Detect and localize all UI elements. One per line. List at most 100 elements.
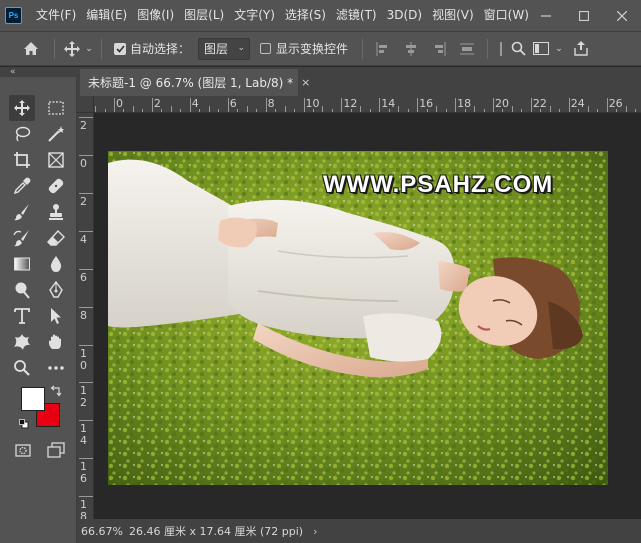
zoom-level[interactable]: 66.67% xyxy=(81,525,129,538)
menu-file[interactable]: 文件(F) xyxy=(31,0,81,31)
menu-bar: Ps 文件(F) 编辑(E) 图像(I) 图层(L) 文字(Y) 选择(S) 滤… xyxy=(0,0,641,31)
crop-tool[interactable] xyxy=(9,147,35,173)
horizontal-ruler[interactable]: 202468101214161820222426 xyxy=(94,96,641,113)
ruler-tick xyxy=(379,98,381,112)
align-horizontal-center-button[interactable] xyxy=(397,32,425,65)
align-left-button[interactable] xyxy=(369,32,397,65)
more-options-button[interactable] xyxy=(494,32,508,65)
show-transform-controls-checkbox[interactable] xyxy=(260,43,272,54)
eraser-tool[interactable] xyxy=(43,225,69,251)
collapse-panel-icon[interactable]: « xyxy=(0,67,77,77)
ruler-minor-tick xyxy=(635,109,637,112)
clone-stamp-tool[interactable] xyxy=(43,199,69,225)
close-tab-icon[interactable]: × xyxy=(301,76,310,89)
blur-tool[interactable] xyxy=(43,251,69,277)
ruler-minor-tick xyxy=(511,106,513,112)
share-button[interactable] xyxy=(570,32,592,65)
auto-select-checkbox[interactable] xyxy=(114,42,126,55)
rectangular-marquee-icon xyxy=(48,101,64,115)
ruler-minor-tick xyxy=(161,109,163,112)
ruler-minor-tick xyxy=(597,109,599,112)
brush-tool[interactable] xyxy=(9,199,35,225)
more-tools-button[interactable] xyxy=(43,355,69,381)
bandage-icon xyxy=(48,178,64,194)
menu-layer[interactable]: 图层(L) xyxy=(179,0,229,31)
menu-3d[interactable]: 3D(D) xyxy=(382,0,427,31)
ruler-minor-tick xyxy=(625,106,627,112)
status-bar: 66.67% 26.46 厘米 x 17.64 厘米 (72 ppi) › xyxy=(77,519,641,543)
document-tab-bar: 未标题-1 @ 66.7% (图层 1, Lab/8) * × xyxy=(77,67,641,96)
pen-tool[interactable] xyxy=(43,277,69,303)
menu-edit[interactable]: 编辑(E) xyxy=(81,0,132,31)
crop-icon xyxy=(14,152,30,168)
chevron-down-icon[interactable]: ⌄ xyxy=(554,32,564,65)
ruler-minor-tick xyxy=(312,109,314,112)
vertical-ruler[interactable]: 2024681012141618 xyxy=(77,113,94,519)
path-selection-tool[interactable] xyxy=(43,303,69,329)
move-icon xyxy=(14,100,30,116)
watermark-text: WWW.PSAHZ.COM xyxy=(323,171,554,198)
move-tool[interactable] xyxy=(9,95,35,121)
menu-type[interactable]: 文字(Y) xyxy=(229,0,280,31)
document-image[interactable]: WWW.PSAHZ.COM xyxy=(108,151,608,485)
screen-mode-button[interactable] xyxy=(43,437,69,463)
frame-tool[interactable] xyxy=(43,147,69,173)
divider xyxy=(487,38,489,59)
lasso-icon xyxy=(15,126,31,142)
move-tool-preset-button[interactable] xyxy=(61,32,83,65)
default-colors-icon[interactable] xyxy=(19,419,29,429)
align-right-button[interactable] xyxy=(425,32,453,65)
ruler-tick xyxy=(227,98,229,112)
menu-select[interactable]: 选择(S) xyxy=(280,0,331,31)
menu-view[interactable]: 视图(V) xyxy=(427,0,479,31)
ruler-tick-label: 2 xyxy=(80,194,87,208)
maximize-button[interactable] xyxy=(565,0,603,31)
minimize-button[interactable] xyxy=(527,0,565,31)
foreground-color-swatch[interactable] xyxy=(21,387,45,411)
search-icon xyxy=(511,41,526,56)
eyedropper-tool[interactable] xyxy=(9,173,35,199)
menu-window[interactable]: 窗口(W) xyxy=(479,0,534,31)
hand-icon xyxy=(49,334,61,349)
ruler-tick xyxy=(606,98,608,112)
home-button[interactable] xyxy=(14,32,48,65)
gradient-icon xyxy=(14,257,30,271)
chevron-down-icon[interactable]: ⌄ xyxy=(83,32,95,65)
canvas-area[interactable]: WWW.PSAHZ.COM xyxy=(94,113,641,519)
type-tool[interactable] xyxy=(9,303,35,329)
menu-image[interactable]: 图像(I) xyxy=(132,0,179,31)
gradient-tool[interactable] xyxy=(9,251,35,277)
ruler-minor-tick xyxy=(284,106,286,112)
hand-tool[interactable] xyxy=(43,329,69,355)
ruler-minor-tick xyxy=(95,106,97,112)
ruler-tick-label: 8 xyxy=(80,308,87,322)
magic-wand-tool[interactable] xyxy=(43,121,69,147)
close-window-button[interactable] xyxy=(603,0,641,31)
workspace-button[interactable] xyxy=(528,32,554,65)
auto-select-target-dropdown[interactable]: 图层 ⌄ xyxy=(198,37,251,60)
ruler-minor-tick xyxy=(502,109,504,112)
search-button[interactable] xyxy=(508,32,528,65)
pen-icon xyxy=(49,281,63,298)
distribute-button[interactable] xyxy=(453,32,481,65)
document-size-info: 26.46 厘米 x 17.64 厘米 (72 ppi) xyxy=(129,525,304,538)
history-brush-tool[interactable] xyxy=(9,225,35,251)
status-menu-arrow-icon[interactable]: › xyxy=(313,525,317,538)
swap-colors-icon[interactable] xyxy=(50,385,62,397)
lasso-tool[interactable] xyxy=(9,121,35,147)
document-tab-title: 未标题-1 @ 66.7% (图层 1, Lab/8) * xyxy=(88,76,294,90)
shape-tool[interactable] xyxy=(9,329,35,355)
ruler-minor-tick xyxy=(123,109,125,112)
marquee-tool[interactable] xyxy=(43,95,69,121)
ruler-minor-tick xyxy=(464,109,466,112)
ruler-origin[interactable] xyxy=(77,96,94,113)
menu-filter[interactable]: 滤镜(T) xyxy=(331,0,382,31)
zoom-tool[interactable] xyxy=(9,355,35,381)
eyedropper-icon xyxy=(13,177,31,195)
healing-brush-tool[interactable] xyxy=(43,173,69,199)
eraser-icon xyxy=(47,229,65,246)
document-tab[interactable]: 未标题-1 @ 66.7% (图层 1, Lab/8) * × xyxy=(80,69,310,96)
dodge-tool[interactable] xyxy=(9,277,35,303)
quick-mask-button[interactable] xyxy=(10,437,36,463)
tools-panel xyxy=(0,77,77,543)
